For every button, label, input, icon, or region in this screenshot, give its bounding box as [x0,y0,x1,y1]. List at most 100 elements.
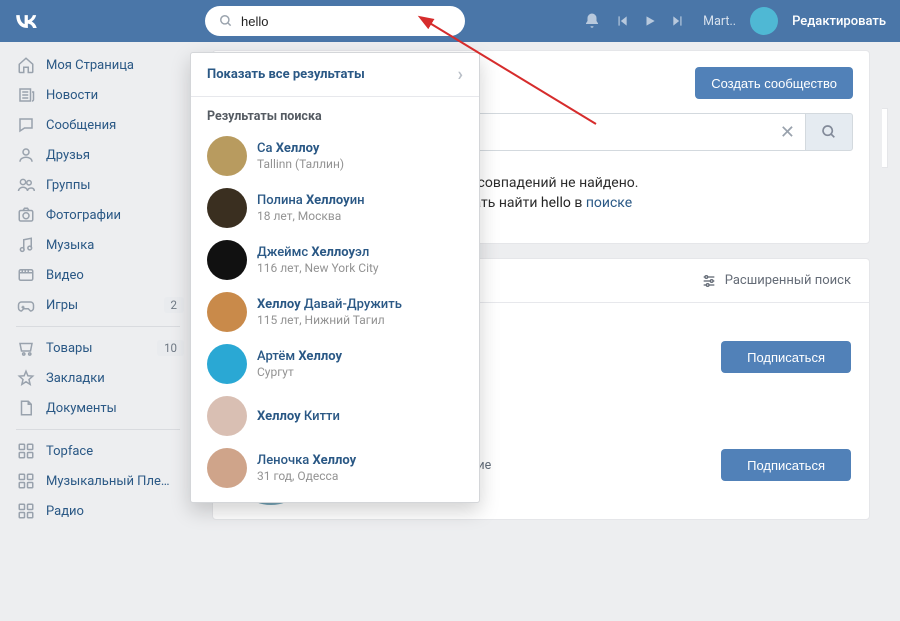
doc-icon [16,398,36,418]
sidebar-item[interactable]: Друзья [6,140,190,170]
subscribe-button[interactable]: Подписаться [721,449,851,481]
search-icon [821,124,837,140]
sidebar-item[interactable]: Закладки [6,363,190,393]
sidebar-item-label: Документы [46,401,117,416]
app-icon [16,471,36,491]
sidebar-item-label: Закладки [46,371,105,386]
app-icon [16,501,36,521]
suggestion-sub: 115 лет, Нижний Тагил [257,313,402,327]
search-link[interactable]: поиске [586,195,632,211]
home-icon [16,55,36,75]
suggestion-name: Полина Хеллоуин [257,193,365,208]
suggestion-sub: 18 лет, Москва [257,209,365,223]
suggestion-sub: 31 год, Одесса [257,469,356,483]
bell-icon[interactable] [583,12,601,30]
game-icon [16,295,36,315]
user-icon [16,145,36,165]
sidebar-separator [16,326,180,327]
app-icon [16,441,36,461]
sidebar-item-label: Фотографии [46,208,121,223]
search-suggestion-item[interactable]: Джеймс Хеллоуэл116 лет, New York City [191,234,479,286]
sidebar-item[interactable]: Музыка [6,230,190,260]
global-search[interactable] [205,6,465,36]
side-strip [882,108,888,168]
sidebar-item-label: Группы [46,178,90,193]
sidebar-badge: 2 [164,297,184,313]
star-icon [16,368,36,388]
suggestion-avatar [207,292,247,332]
sliders-icon [701,273,717,289]
suggestion-name: Артём Хеллоу [257,349,342,364]
search-input[interactable] [241,14,451,29]
sidebar-item-label: Товары [46,341,92,356]
search-suggestion-item[interactable]: Полина Хеллоуин18 лет, Москва [191,182,479,234]
search-suggestion-item[interactable]: Хеллоу Давай-Дружить115 лет, Нижний Таги… [191,286,479,338]
search-button[interactable] [805,113,853,151]
sidebar-item[interactable]: Сообщения [6,110,190,140]
sidebar-item[interactable]: Новости [6,80,190,110]
sidebar-item[interactable]: Радио [6,496,190,526]
header-username[interactable]: Mart.. [703,14,736,29]
photo-icon [16,205,36,225]
sidebar-item-label: Музыкальный Пле… [46,474,170,489]
video-icon [16,265,36,285]
suggestion-avatar [207,396,247,436]
sidebar-item-label: Музыка [46,238,94,253]
suggestion-avatar [207,136,247,176]
users-icon [16,175,36,195]
sidebar-item[interactable]: Topface [6,436,190,466]
edit-link[interactable]: Редактировать [792,14,886,29]
suggestion-avatar [207,240,247,280]
search-icon [219,14,233,28]
sidebar-item[interactable]: Товары 10 [6,333,190,363]
sidebar-item-label: Topface [46,444,93,459]
create-community-button[interactable]: Создать сообщество [695,67,853,99]
results-section-header: Результаты поиска [191,97,479,130]
suggestion-sub: 116 лет, New York City [257,261,379,275]
msg-icon [16,115,36,135]
subscribe-button[interactable]: Подписаться [721,341,851,373]
play-icon[interactable] [643,14,657,28]
cart-icon [16,338,36,358]
search-suggestions-dropdown: Показать все результаты › Результаты пои… [190,52,480,503]
prev-icon[interactable] [615,14,629,28]
sidebar-item[interactable]: Игры 2 [6,290,190,320]
news-icon [16,85,36,105]
suggestion-avatar [207,188,247,228]
sidebar-item-label: Моя Страница [46,58,134,73]
sidebar-item-label: Видео [46,268,84,283]
suggestion-name: Хеллоу Давай-Дружить [257,297,402,312]
sidebar-item[interactable]: Моя Страница [6,50,190,80]
sidebar-badge: 10 [157,340,184,356]
vk-logo[interactable] [12,7,40,35]
sidebar-item[interactable]: Документы [6,393,190,423]
header-avatar[interactable] [750,7,778,35]
sidebar-item[interactable]: Группы [6,170,190,200]
show-all-label: Показать все результаты [207,67,365,82]
clear-icon[interactable]: ✕ [780,122,795,143]
next-icon[interactable] [671,14,685,28]
sidebar-item-label: Сообщения [46,118,116,133]
sidebar-item-label: Друзья [46,148,90,163]
search-suggestion-item[interactable]: Леночка Хеллоу31 год, Одесса [191,442,479,494]
show-all-results[interactable]: Показать все результаты › [191,53,479,97]
suggestion-name: Джеймс Хеллоуэл [257,245,379,260]
suggestion-name: Хеллоу Китти [257,409,340,424]
suggestion-avatar [207,344,247,384]
sidebar-item-label: Новости [46,88,98,103]
suggestion-sub: Сургут [257,365,342,379]
advanced-search[interactable]: Расширенный поиск [701,273,851,289]
music-icon [16,235,36,255]
sidebar-item-label: Игры [46,298,78,313]
search-suggestion-item[interactable]: Хеллоу Китти [191,390,479,442]
sidebar-item[interactable]: Музыкальный Пле… [6,466,190,496]
suggestion-sub: Tallinn (Таллин) [257,157,344,171]
sidebar-item[interactable]: Видео [6,260,190,290]
sidebar-separator [16,429,180,430]
sidebar-item[interactable]: Фотографии [6,200,190,230]
suggestion-name: Леночка Хеллоу [257,453,356,468]
search-suggestion-item[interactable]: Артём ХеллоуСургут [191,338,479,390]
suggestion-name: Са Хеллоу [257,141,344,156]
search-suggestion-item[interactable]: Са ХеллоуTallinn (Таллин) [191,130,479,182]
sidebar-item-label: Радио [46,504,84,519]
